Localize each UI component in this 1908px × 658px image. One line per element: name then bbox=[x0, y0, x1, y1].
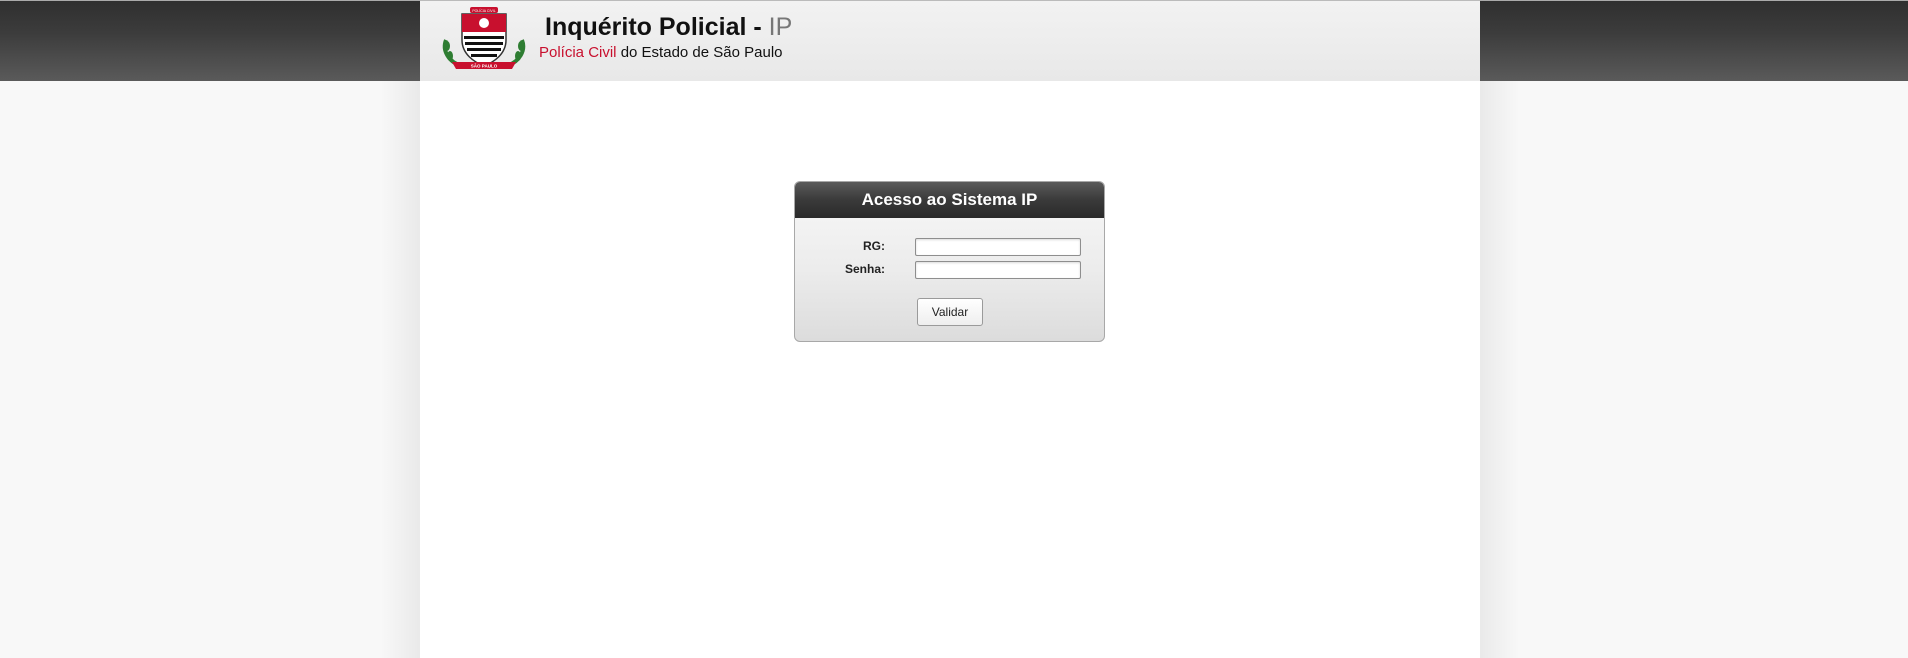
validate-button[interactable]: Validar bbox=[917, 298, 983, 326]
app-subtitle: Polícia Civil do Estado de São Paulo bbox=[539, 44, 783, 61]
right-shadow bbox=[1480, 81, 1520, 658]
subtitle-policia-civil: Polícia Civil bbox=[539, 44, 617, 61]
rg-label: RG: bbox=[863, 239, 885, 253]
site-header: POLÍCIA CIVIL SÃO PAULO Inquérito Polici… bbox=[420, 0, 1480, 81]
app-title-suffix: IP bbox=[768, 13, 793, 41]
login-panel-title: Acesso ao Sistema IP bbox=[795, 182, 1104, 218]
left-shadow bbox=[380, 81, 420, 658]
policia-civil-emblem-icon: POLÍCIA CIVIL SÃO PAULO bbox=[442, 7, 526, 69]
emblem-top-text: POLÍCIA CIVIL bbox=[472, 9, 495, 13]
app-title: Inquérito Policial - IP bbox=[545, 13, 792, 42]
login-panel: Acesso ao Sistema IP RG: Senha: Validar bbox=[794, 181, 1105, 342]
password-input[interactable] bbox=[915, 261, 1081, 279]
rg-input[interactable] bbox=[915, 238, 1081, 256]
password-label: Senha: bbox=[844, 262, 885, 276]
emblem-bottom-text: SÃO PAULO bbox=[471, 63, 498, 69]
app-title-main: Inquérito Policial - bbox=[545, 13, 769, 41]
subtitle-estado: do Estado de São Paulo bbox=[616, 44, 783, 61]
